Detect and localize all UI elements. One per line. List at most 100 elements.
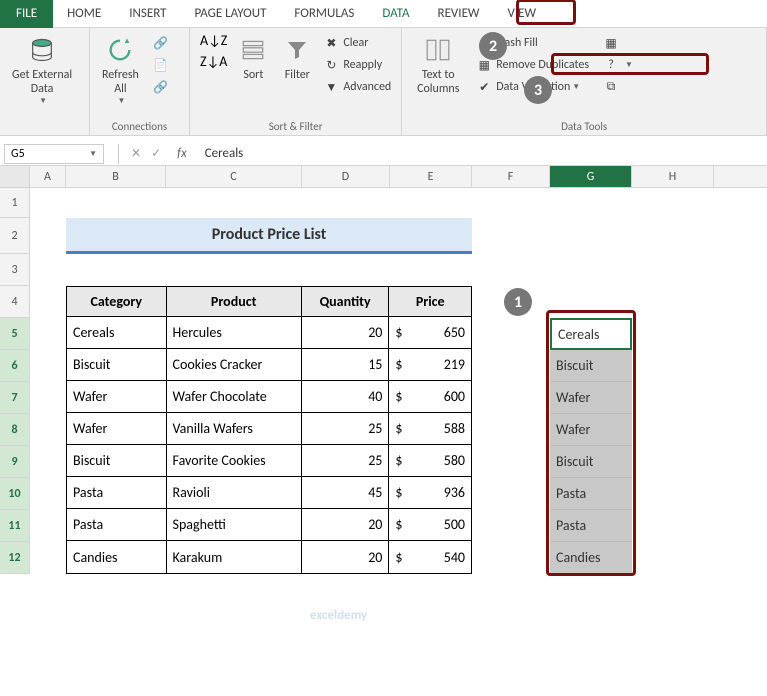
consolidate-button[interactable]: ▦ <box>599 32 637 54</box>
cell-qty[interactable]: 20 <box>302 509 390 541</box>
advanced-filter-button[interactable]: ▼Advanced <box>319 76 395 98</box>
cell-qty[interactable]: 40 <box>302 381 390 413</box>
cell-category[interactable]: Wafer <box>67 413 167 445</box>
filter-icon <box>281 34 313 66</box>
table-row[interactable]: BiscuitFavorite Cookies25$580 <box>67 445 471 477</box>
th-product[interactable]: Product <box>167 287 302 317</box>
sort-asc-icon[interactable]: A↓Z <box>200 32 227 49</box>
text-to-columns-button[interactable]: Text to Columns <box>408 32 468 98</box>
th-category[interactable]: Category <box>67 287 167 317</box>
tab-home[interactable]: HOME <box>53 0 115 28</box>
sort-desc-icon[interactable]: Z↓A <box>200 53 227 70</box>
cell-category[interactable]: Biscuit <box>67 445 167 477</box>
row-header-10[interactable]: 10 <box>0 478 30 510</box>
relationships-button[interactable]: ⧉ <box>599 76 637 98</box>
row-header-3[interactable]: 3 <box>0 254 30 286</box>
cell-category[interactable]: Biscuit <box>67 349 167 381</box>
cell-product[interactable]: Karakum <box>167 541 302 573</box>
row-header-7[interactable]: 7 <box>0 382 30 414</box>
cell-category[interactable]: Candies <box>67 541 167 573</box>
row-header-5[interactable]: 5 <box>0 318 30 350</box>
cell-category[interactable]: Pasta <box>67 477 167 509</box>
row-header-11[interactable]: 11 <box>0 510 30 542</box>
cell-qty[interactable]: 15 <box>302 349 390 381</box>
cell-price[interactable]: $500 <box>389 509 471 541</box>
cell-price[interactable]: $936 <box>389 477 471 509</box>
relationships-icon: ⧉ <box>603 79 619 95</box>
col-header-e[interactable]: E <box>390 166 472 187</box>
edit-links-button[interactable]: 🔗 <box>149 76 177 98</box>
cell-qty[interactable]: 20 <box>302 317 390 349</box>
cancel-formula-icon[interactable]: ✕ <box>131 146 141 161</box>
cell-product[interactable]: Hercules <box>167 317 302 349</box>
cell-category[interactable]: Cereals <box>67 317 167 349</box>
tab-file[interactable]: FILE <box>0 0 53 28</box>
table-row[interactable]: CandiesKarakum20$540 <box>67 541 471 573</box>
cell-product[interactable]: Wafer Chocolate <box>167 381 302 413</box>
cell-price[interactable]: $540 <box>389 541 471 573</box>
tab-insert[interactable]: INSERT <box>115 0 180 28</box>
table-row[interactable]: WaferWafer Chocolate40$600 <box>67 381 471 413</box>
row-header-12[interactable]: 12 <box>0 542 30 574</box>
cell-qty[interactable]: 25 <box>302 413 390 445</box>
row-header-8[interactable]: 8 <box>0 414 30 446</box>
table-row[interactable]: CerealsHercules20$650 <box>67 317 471 349</box>
col-header-h[interactable]: H <box>632 166 714 187</box>
cell-category[interactable]: Pasta <box>67 509 167 541</box>
filter-button[interactable]: Filter <box>275 32 319 84</box>
name-box[interactable]: G5 ▼ <box>4 144 104 164</box>
reapply-icon: ↻ <box>323 57 339 73</box>
tab-data[interactable]: DATA <box>368 0 423 28</box>
col-header-f[interactable]: F <box>472 166 550 187</box>
row-header-6[interactable]: 6 <box>0 350 30 382</box>
col-header-a[interactable]: A <box>30 166 66 187</box>
cell-qty[interactable]: 45 <box>302 477 390 509</box>
reapply-button[interactable]: ↻Reapply <box>319 54 395 76</box>
title-cell[interactable]: Product Price List <box>66 218 472 254</box>
fx-icon[interactable]: fx <box>177 146 187 161</box>
cell-price[interactable]: $580 <box>389 445 471 477</box>
th-quantity[interactable]: Quantity <box>302 287 390 317</box>
connections-button[interactable]: 🔗 <box>149 32 177 54</box>
cell-product[interactable]: Vanilla Wafers <box>167 413 302 445</box>
tab-pagelayout[interactable]: PAGE LAYOUT <box>181 0 281 28</box>
tab-formulas[interactable]: FORMULAS <box>280 0 368 28</box>
row-header-1[interactable]: 1 <box>0 188 30 218</box>
get-external-data-button[interactable]: Get External Data ▼ <box>6 32 78 108</box>
clear-filter-button[interactable]: ✖Clear <box>319 32 395 54</box>
chevron-down-icon: ▼ <box>89 149 97 159</box>
cell-product[interactable]: Favorite Cookies <box>167 445 302 477</box>
chevron-down-icon: ▼ <box>117 96 125 106</box>
col-header-c[interactable]: C <box>166 166 302 187</box>
col-header-b[interactable]: B <box>66 166 166 187</box>
cell-price[interactable]: $219 <box>389 349 471 381</box>
properties-button[interactable]: 📄 <box>149 54 177 76</box>
sort-button[interactable]: Sort <box>231 32 275 84</box>
cell-product[interactable]: Ravioli <box>167 477 302 509</box>
cell-price[interactable]: $588 <box>389 413 471 445</box>
row-header-2[interactable]: 2 <box>0 218 30 254</box>
table-row[interactable]: PastaSpaghetti20$500 <box>67 509 471 541</box>
formula-value[interactable]: Cereals <box>197 146 252 161</box>
cell-category[interactable]: Wafer <box>67 381 167 413</box>
table-row[interactable]: WaferVanilla Wafers25$588 <box>67 413 471 445</box>
cell-product[interactable]: Cookies Cracker <box>167 349 302 381</box>
th-price[interactable]: Price <box>389 287 471 317</box>
col-header-d[interactable]: D <box>302 166 390 187</box>
enter-formula-icon[interactable]: ✓ <box>151 146 161 161</box>
cell-qty[interactable]: 20 <box>302 541 390 573</box>
col-header-g[interactable]: G <box>550 166 632 187</box>
consolidate-icon: ▦ <box>603 35 619 51</box>
refresh-all-button[interactable]: Refresh All ▼ <box>96 32 145 108</box>
ribbon-tab-bar: FILE HOME INSERT PAGE LAYOUT FORMULAS DA… <box>0 0 767 28</box>
row-header-4[interactable]: 4 <box>0 286 30 318</box>
cell-qty[interactable]: 25 <box>302 445 390 477</box>
table-row[interactable]: BiscuitCookies Cracker15$219 <box>67 349 471 381</box>
cell-product[interactable]: Spaghetti <box>167 509 302 541</box>
row-header-9[interactable]: 9 <box>0 446 30 478</box>
cell-price[interactable]: $600 <box>389 381 471 413</box>
cell-price[interactable]: $650 <box>389 317 471 349</box>
select-all-corner[interactable] <box>0 166 30 187</box>
tab-review[interactable]: REVIEW <box>424 0 494 28</box>
table-row[interactable]: PastaRavioli45$936 <box>67 477 471 509</box>
